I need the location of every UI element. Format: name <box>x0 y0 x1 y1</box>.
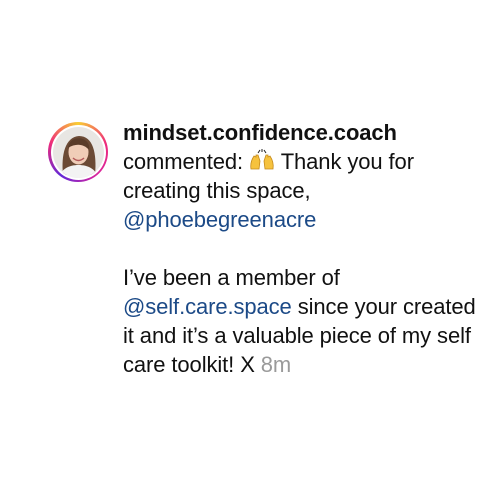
comment-line-2-start: I’ve been a member of <box>123 265 340 290</box>
avatar-story-ring[interactable] <box>48 122 108 182</box>
avatar <box>52 126 104 178</box>
comment-text: mindset.confidence.coach commented: Than… <box>123 118 488 379</box>
username-link[interactable]: mindset.confidence.coach <box>123 118 488 147</box>
timestamp: 8m <box>260 352 292 377</box>
mention-link-phoebegreenacre[interactable]: @phoebegreenacre <box>123 207 316 232</box>
avatar-frame <box>50 124 106 180</box>
action-text: commented: <box>123 149 244 174</box>
raising-hands-icon <box>250 149 274 170</box>
mention-link-self-care-space[interactable]: @self.care.space <box>123 294 292 319</box>
